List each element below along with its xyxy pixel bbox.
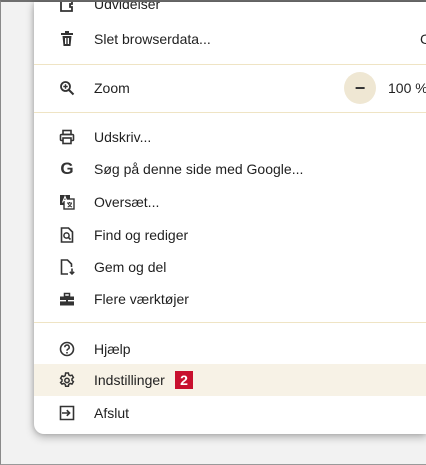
menu-item-label: Udskriv... bbox=[94, 129, 152, 145]
trash-icon bbox=[58, 30, 76, 48]
translate-icon bbox=[58, 193, 76, 211]
menu-item-label: Indstillinger bbox=[94, 372, 165, 388]
menu-item-label: Afslut bbox=[94, 405, 130, 421]
step-badge: 2 bbox=[175, 371, 193, 389]
print-icon bbox=[58, 128, 76, 146]
menu-item-search-google[interactable]: G Søg på denne side med Google... bbox=[34, 153, 426, 185]
zoom-level: 100 % bbox=[388, 80, 426, 96]
menu-item-translate[interactable]: Oversæt... bbox=[34, 186, 426, 218]
menu-item-label: Hjælp bbox=[94, 341, 131, 357]
menu-separator bbox=[34, 112, 426, 113]
zoom-icon bbox=[58, 79, 76, 97]
menu-item-more-tools[interactable]: Flere værktøjer bbox=[34, 283, 426, 315]
find-edit-icon bbox=[58, 226, 76, 244]
menu-item-label: Søg på denne side med Google... bbox=[94, 161, 304, 177]
menu-item-label: Udvidelser bbox=[94, 2, 161, 12]
zoom-out-button[interactable]: − bbox=[344, 72, 376, 104]
menu-item-label: Oversæt... bbox=[94, 194, 160, 210]
help-icon bbox=[58, 340, 76, 358]
menu-separator bbox=[34, 322, 426, 323]
google-icon: G bbox=[60, 159, 74, 178]
menu-item-extensions[interactable]: Udvidelser bbox=[34, 2, 426, 20]
menu-item-clear-data[interactable]: Slet browserdata... C bbox=[34, 23, 426, 55]
exit-icon bbox=[58, 404, 76, 422]
menu-item-label: Flere værktøjer bbox=[94, 291, 189, 307]
settings-icon bbox=[58, 371, 76, 389]
menu-item-label: Zoom bbox=[94, 80, 130, 96]
menu-item-save-share[interactable]: Gem og del bbox=[34, 251, 426, 283]
browser-main-menu: Udvidelser Slet browserdata... C Zoom − … bbox=[34, 2, 426, 434]
menu-item-label: Gem og del bbox=[94, 259, 167, 275]
screenshot-frame: Udvidelser Slet browserdata... C Zoom − … bbox=[0, 0, 426, 465]
extensions-icon bbox=[58, 2, 76, 13]
shortcut-text: C bbox=[420, 31, 426, 47]
menu-item-exit[interactable]: Afslut bbox=[34, 397, 426, 429]
menu-item-settings[interactable]: Indstillinger 2 bbox=[34, 364, 426, 396]
menu-item-find-edit[interactable]: Find og rediger bbox=[34, 219, 426, 251]
menu-item-print[interactable]: Udskriv... bbox=[34, 121, 426, 153]
menu-separator bbox=[34, 64, 426, 65]
menu-item-label: Slet browserdata... bbox=[94, 31, 211, 47]
menu-item-label: Find og rediger bbox=[94, 227, 189, 243]
minus-icon: − bbox=[354, 78, 366, 98]
toolbox-icon bbox=[58, 290, 76, 308]
save-share-icon bbox=[58, 258, 76, 276]
menu-item-help[interactable]: Hjælp bbox=[34, 333, 426, 365]
